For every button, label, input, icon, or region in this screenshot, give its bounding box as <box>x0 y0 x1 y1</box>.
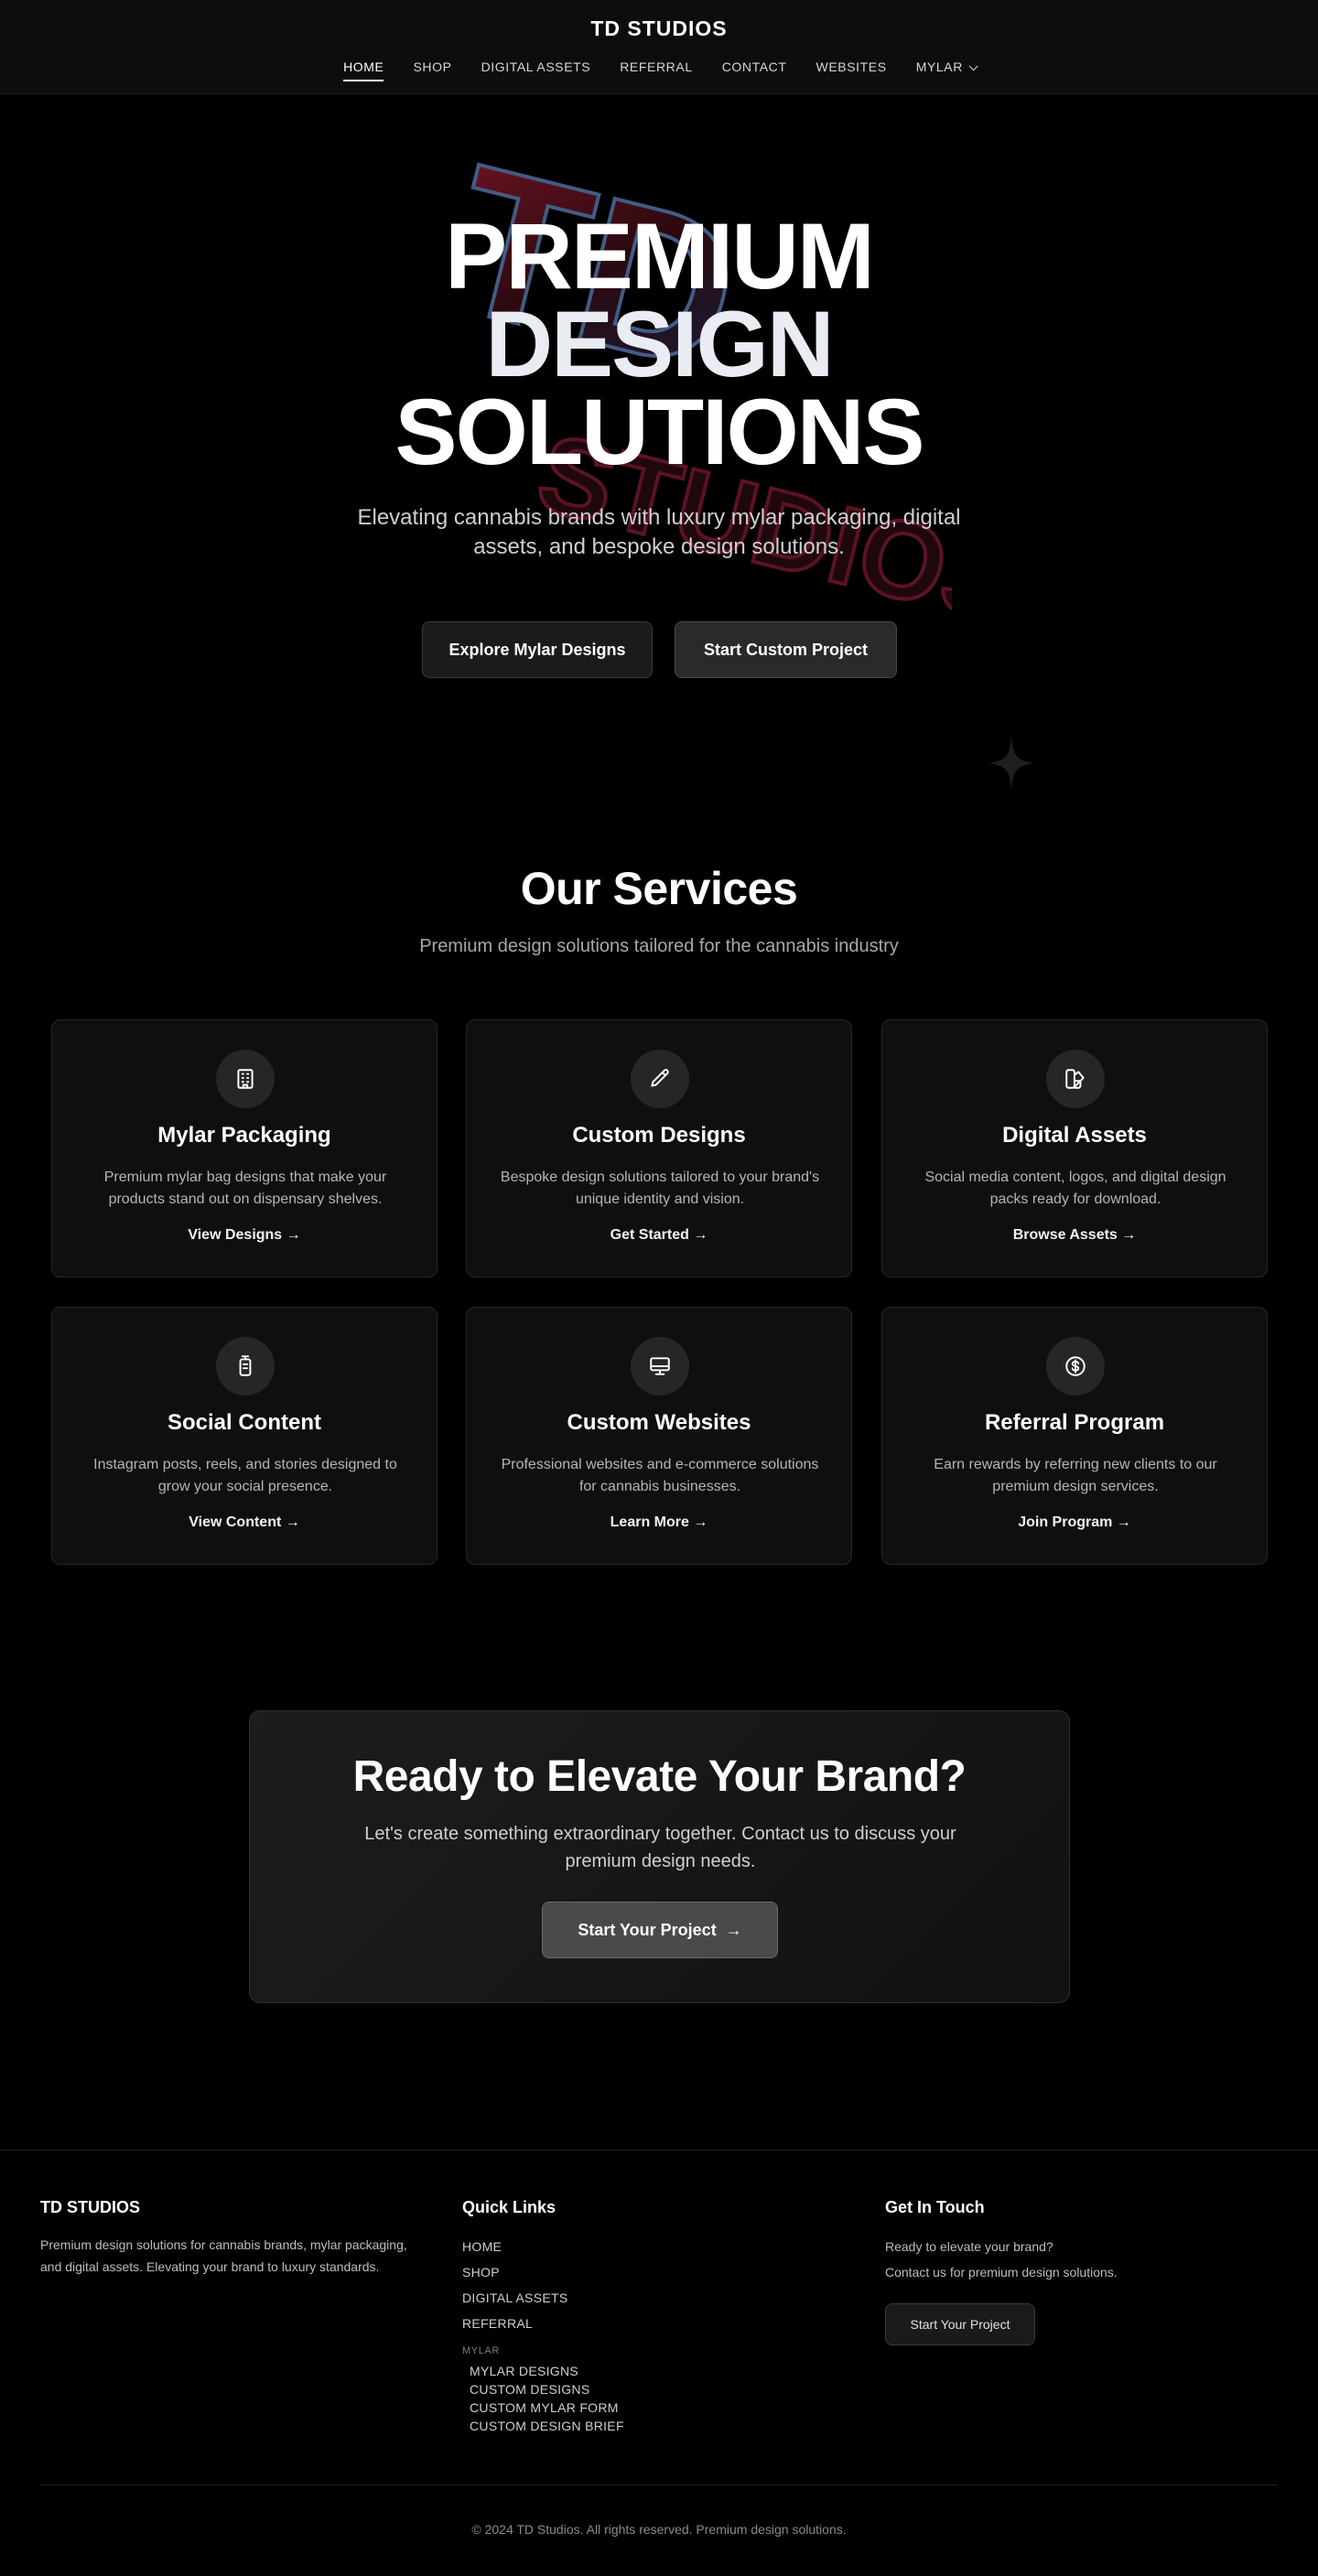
top-nav: TD STUDIOS HOME SHOP DIGITAL ASSETS REFE… <box>0 0 1318 94</box>
service-card-social-content[interactable]: Social Content Instagram posts, reels, a… <box>51 1307 438 1565</box>
nav-links: HOME SHOP DIGITAL ASSETS REFERRAL CONTAC… <box>0 59 1318 81</box>
service-card-title: Social Content <box>167 1410 321 1435</box>
sparkle-icon <box>988 736 1034 791</box>
nav-dropdown-mylar-label: MYLAR <box>915 59 963 74</box>
view-content-link[interactable]: View Content → <box>52 1514 437 1531</box>
hero-subtitle: Elevating cannabis brands with luxury my… <box>357 505 961 559</box>
service-card-mylar-packaging[interactable]: Mylar Packaging Premium mylar bag design… <box>51 1019 438 1277</box>
nav-link-digital-assets[interactable]: DIGITAL ASSETS <box>481 59 591 81</box>
arrow-right-icon: → <box>725 1920 742 1939</box>
brand-logo[interactable]: TD STUDIOS <box>0 16 1318 41</box>
footer: TD STUDIOS Premium design solutions for … <box>0 2150 1318 2576</box>
service-card-description: Social media content, logos, and digital… <box>924 1169 1226 1207</box>
service-card-description: Bespoke design solutions tailored to you… <box>500 1169 820 1207</box>
quick-links-heading: Quick Links <box>462 2198 556 2216</box>
hero-title-line-1: PREMIUM <box>445 204 875 308</box>
explore-mylar-designs-button[interactable]: Explore Mylar Designs <box>422 621 653 678</box>
services-title: Our Services <box>520 863 798 914</box>
learn-more-link[interactable]: Learn More → <box>467 1514 851 1531</box>
service-card-description: Professional websites and e-commerce sol… <box>501 1457 819 1494</box>
footer-link-referral[interactable]: REFERRAL <box>462 2311 810 2336</box>
footer-about: TD STUDIOS Premium design solutions for … <box>40 2198 425 2278</box>
start-your-project-button[interactable]: Start Your Project → <box>542 1902 778 1958</box>
nav-link-home[interactable]: HOME <box>343 59 384 81</box>
browse-assets-link[interactable]: Browse Assets → <box>882 1227 1267 1244</box>
nav-dropdown-mylar[interactable]: MYLAR <box>915 59 978 81</box>
nav-link-websites[interactable]: WEBSITES <box>816 59 887 81</box>
footer-mylar-group-label: MYLAR <box>462 2345 500 2356</box>
cta-text: Let's create something extraordinary tog… <box>364 1824 956 1871</box>
nav-link-shop[interactable]: SHOP <box>413 59 451 81</box>
hero-section: TD STUDIOS PREMIUM DESIGN SOLUTIONS Elev… <box>0 95 1318 791</box>
nav-link-contact[interactable]: CONTACT <box>722 59 787 81</box>
start-your-project-label: Start Your Project <box>578 1920 717 1939</box>
footer-link-custom-design-brief[interactable]: CUSTOM DESIGN BRIEF <box>462 2417 810 2435</box>
footer-link-mylar-designs[interactable]: MYLAR DESIGNS <box>462 2362 810 2380</box>
cta-panel: Ready to Elevate Your Brand? Let's creat… <box>249 1710 1070 2003</box>
service-card-referral-program[interactable]: Referral Program Earn rewards by referri… <box>881 1307 1268 1565</box>
service-card-title: Custom Websites <box>567 1410 751 1435</box>
footer-quick-links: Quick Links HOME SHOP DIGITAL ASSETS REF… <box>462 2198 810 2435</box>
monitor-icon <box>631 1337 689 1396</box>
swatch-icon <box>1046 1050 1105 1108</box>
services-subtitle: Premium design solutions tailored for th… <box>419 936 899 956</box>
footer-contact-line-1: Ready to elevate your brand? <box>885 2239 1053 2254</box>
service-card-digital-assets[interactable]: Digital Assets Social media content, log… <box>881 1019 1268 1277</box>
footer-start-project-button[interactable]: Start Your Project <box>885 2303 1035 2345</box>
service-card-description: Earn rewards by referring new clients to… <box>934 1457 1217 1494</box>
pencil-icon <box>631 1050 689 1108</box>
footer-link-home[interactable]: HOME <box>462 2234 810 2259</box>
dollar-icon <box>1046 1337 1105 1396</box>
nav-link-referral[interactable]: REFERRAL <box>620 59 692 81</box>
footer-link-custom-mylar-form[interactable]: CUSTOM MYLAR FORM <box>462 2398 810 2417</box>
hero-title-line-2: DESIGN <box>485 292 834 396</box>
cta-title: Ready to Elevate Your Brand? <box>352 1752 967 1801</box>
footer-link-shop[interactable]: SHOP <box>462 2259 810 2285</box>
footer-about-text: Premium design solutions for cannabis br… <box>40 2237 407 2274</box>
footer-divider <box>40 2484 1278 2485</box>
phone-icon <box>216 1337 275 1396</box>
copyright-text: © 2024 TD Studios. All rights reserved. … <box>471 2522 847 2537</box>
hero-title-line-3: SOLUTIONS <box>394 380 924 484</box>
service-card-title: Custom Designs <box>572 1123 746 1148</box>
service-card-custom-designs[interactable]: Custom Designs Bespoke design solutions … <box>466 1019 852 1277</box>
building-icon <box>216 1050 275 1108</box>
footer-link-custom-designs[interactable]: CUSTOM DESIGNS <box>462 2380 810 2398</box>
service-card-description: Premium mylar bag designs that make your… <box>103 1169 387 1207</box>
get-in-touch-heading: Get In Touch <box>885 2198 985 2216</box>
chevron-down-icon <box>968 61 978 71</box>
join-program-link[interactable]: Join Program → <box>882 1514 1267 1531</box>
service-card-custom-websites[interactable]: Custom Websites Professional websites an… <box>466 1307 852 1565</box>
get-started-link[interactable]: Get Started → <box>467 1227 851 1244</box>
service-card-title: Digital Assets <box>1002 1123 1147 1148</box>
service-card-title: Mylar Packaging <box>157 1123 331 1148</box>
footer-brand: TD STUDIOS <box>40 2198 141 2216</box>
service-card-description: Instagram posts, reels, and stories desi… <box>93 1457 397 1494</box>
hero-title: PREMIUM DESIGN SOLUTIONS <box>0 204 1318 484</box>
footer-contact: Get In Touch Ready to elevate your brand… <box>885 2198 1269 2345</box>
footer-contact-line-2: Contact us for premium design solutions. <box>885 2265 1118 2280</box>
footer-link-digital-assets[interactable]: DIGITAL ASSETS <box>462 2285 810 2311</box>
start-custom-project-button[interactable]: Start Custom Project <box>675 621 897 678</box>
view-designs-link[interactable]: View Designs → <box>52 1227 437 1244</box>
service-card-title: Referral Program <box>984 1410 1165 1435</box>
